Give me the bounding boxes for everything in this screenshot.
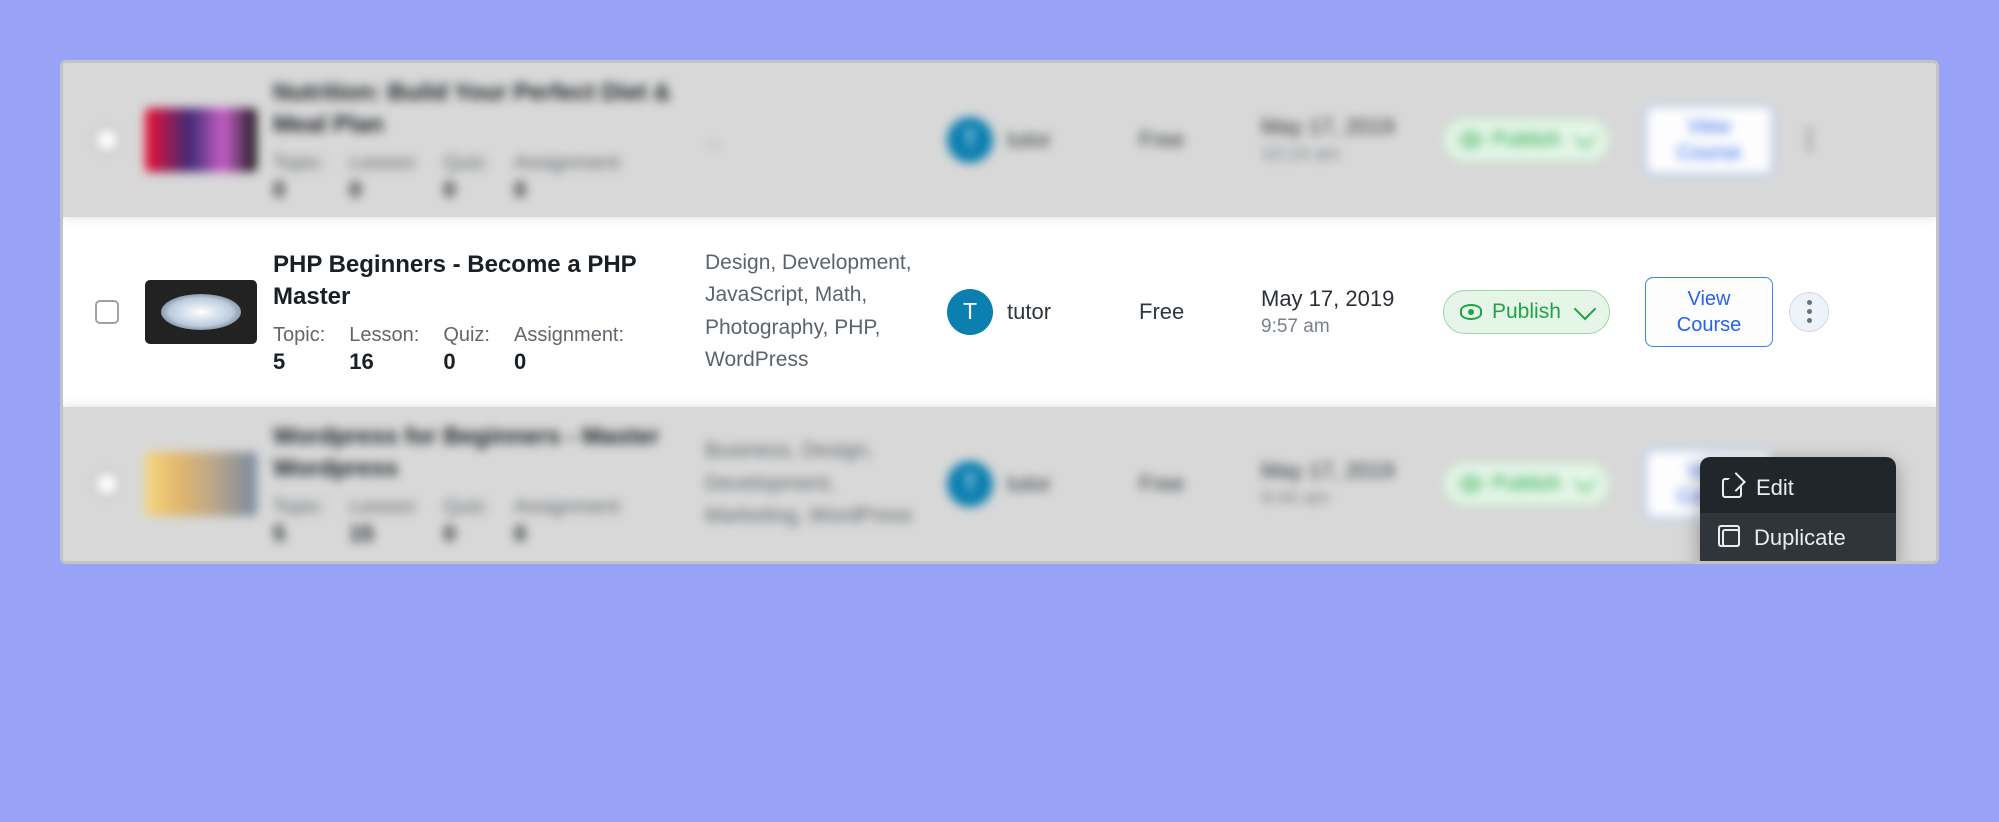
course-date: May 17, 2019	[1261, 114, 1431, 140]
chevron-down-icon	[1574, 126, 1597, 149]
view-course-button[interactable]: View Course	[1645, 277, 1773, 347]
dropdown-edit[interactable]: Edit	[1700, 463, 1896, 513]
course-list-panel: Nutrition: Build Your Perfect Diet & Mea…	[60, 60, 1939, 564]
course-date: May 17, 2019	[1261, 458, 1431, 484]
author-avatar: T	[947, 117, 993, 163]
dropdown-duplicate[interactable]: Duplicate	[1700, 513, 1896, 563]
author-name: tutor	[1007, 127, 1051, 153]
course-title[interactable]: PHP Beginners - Become a PHP Master	[273, 249, 681, 314]
row-actions-dropdown: Edit Duplicate	[1700, 457, 1896, 564]
course-price: Free	[1139, 127, 1249, 153]
course-date: May 17, 2019	[1261, 286, 1431, 312]
author-name: tutor	[1007, 299, 1051, 325]
course-price: Free	[1139, 471, 1249, 497]
row-checkbox[interactable]	[95, 128, 119, 152]
course-time: 10:14 am	[1261, 144, 1431, 166]
course-price: Free	[1139, 299, 1249, 325]
edit-icon	[1722, 478, 1742, 498]
course-tags: Design, Development, JavaScript, Math, P…	[705, 247, 935, 377]
duplicate-icon	[1722, 529, 1740, 547]
publish-status-button[interactable]: Publish	[1443, 290, 1610, 334]
course-stats: Topic:5 Lesson:16 Quiz:0 Assignment:0	[273, 324, 681, 375]
author-avatar: T	[947, 289, 993, 335]
row-checkbox[interactable]	[95, 472, 119, 496]
course-row: Nutrition: Build Your Perfect Diet & Mea…	[63, 63, 1936, 217]
course-stats: Topic:5 Lesson:15 Quiz:0 Assignment:0	[273, 496, 681, 547]
course-row: Wordpress for Beginners - Master Wordpre…	[63, 407, 1936, 561]
course-tags: ...	[705, 124, 935, 157]
eye-icon	[1460, 476, 1482, 492]
course-thumbnail	[145, 452, 257, 516]
publish-status-button[interactable]: Publish	[1443, 118, 1610, 162]
chevron-down-icon	[1574, 470, 1597, 493]
course-title[interactable]: Nutrition: Build Your Perfect Diet & Mea…	[273, 77, 681, 142]
eye-icon	[1460, 304, 1482, 320]
chevron-down-icon	[1574, 298, 1597, 321]
author-avatar: T	[947, 461, 993, 507]
more-actions-button[interactable]	[1789, 292, 1829, 332]
publish-status-button[interactable]: Publish	[1443, 462, 1610, 506]
author-name: tutor	[1007, 471, 1051, 497]
row-checkbox[interactable]	[95, 300, 119, 324]
eye-icon	[1460, 132, 1482, 148]
course-thumbnail	[145, 280, 257, 344]
course-stats: Topic:0 Lesson:0 Quiz:0 Assignment:0	[273, 152, 681, 203]
more-actions-button[interactable]	[1789, 120, 1829, 160]
course-row: PHP Beginners - Become a PHP Master Topi…	[63, 217, 1936, 407]
view-course-button[interactable]: View Course	[1645, 105, 1773, 175]
course-thumbnail	[145, 108, 257, 172]
course-tags: Business, Design, Development, Marketing…	[705, 435, 935, 533]
course-time: 9:57 am	[1261, 316, 1431, 338]
course-title[interactable]: Wordpress for Beginners - Master Wordpre…	[273, 421, 681, 486]
course-time: 9:44 am	[1261, 488, 1431, 510]
